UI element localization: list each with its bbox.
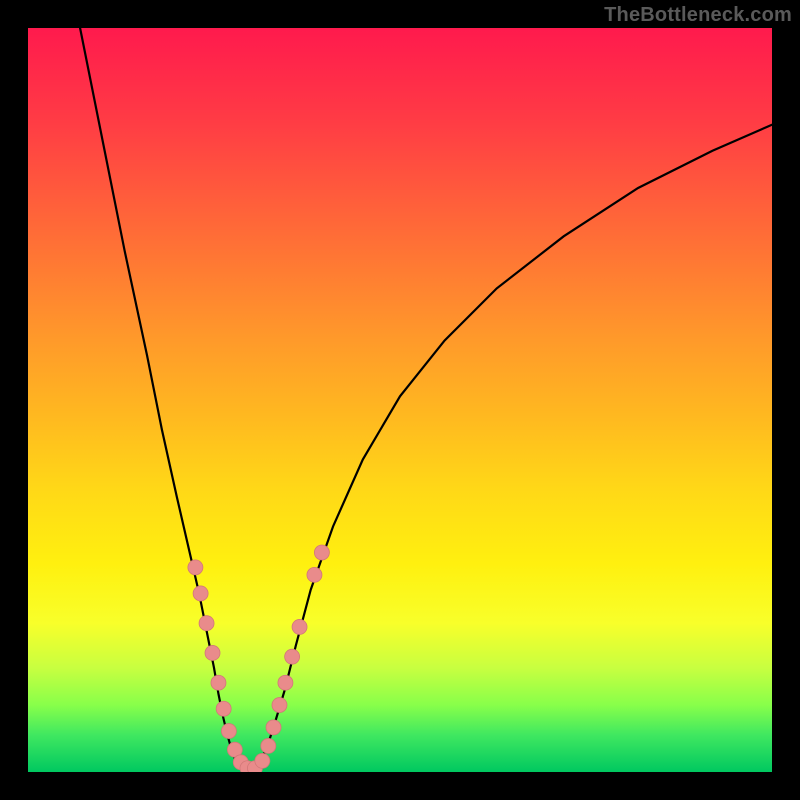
data-marker xyxy=(314,545,329,560)
data-marker xyxy=(307,567,322,582)
data-marker xyxy=(261,738,276,753)
curve-right xyxy=(251,125,772,771)
data-marker xyxy=(285,649,300,664)
watermark-text: TheBottleneck.com xyxy=(604,4,792,27)
data-marker xyxy=(199,616,214,631)
data-marker xyxy=(278,675,293,690)
data-marker xyxy=(188,560,203,575)
marker-group xyxy=(188,545,329,772)
data-marker xyxy=(272,698,287,713)
data-marker xyxy=(292,619,307,634)
plot-area xyxy=(28,28,772,772)
curve-left xyxy=(80,28,251,771)
data-marker xyxy=(255,753,270,768)
data-marker xyxy=(205,645,220,660)
data-marker xyxy=(266,720,281,735)
chart-frame: TheBottleneck.com xyxy=(0,0,800,800)
data-marker xyxy=(211,675,226,690)
data-marker xyxy=(193,586,208,601)
data-marker xyxy=(216,701,231,716)
chart-svg xyxy=(28,28,772,772)
data-marker xyxy=(221,724,236,739)
